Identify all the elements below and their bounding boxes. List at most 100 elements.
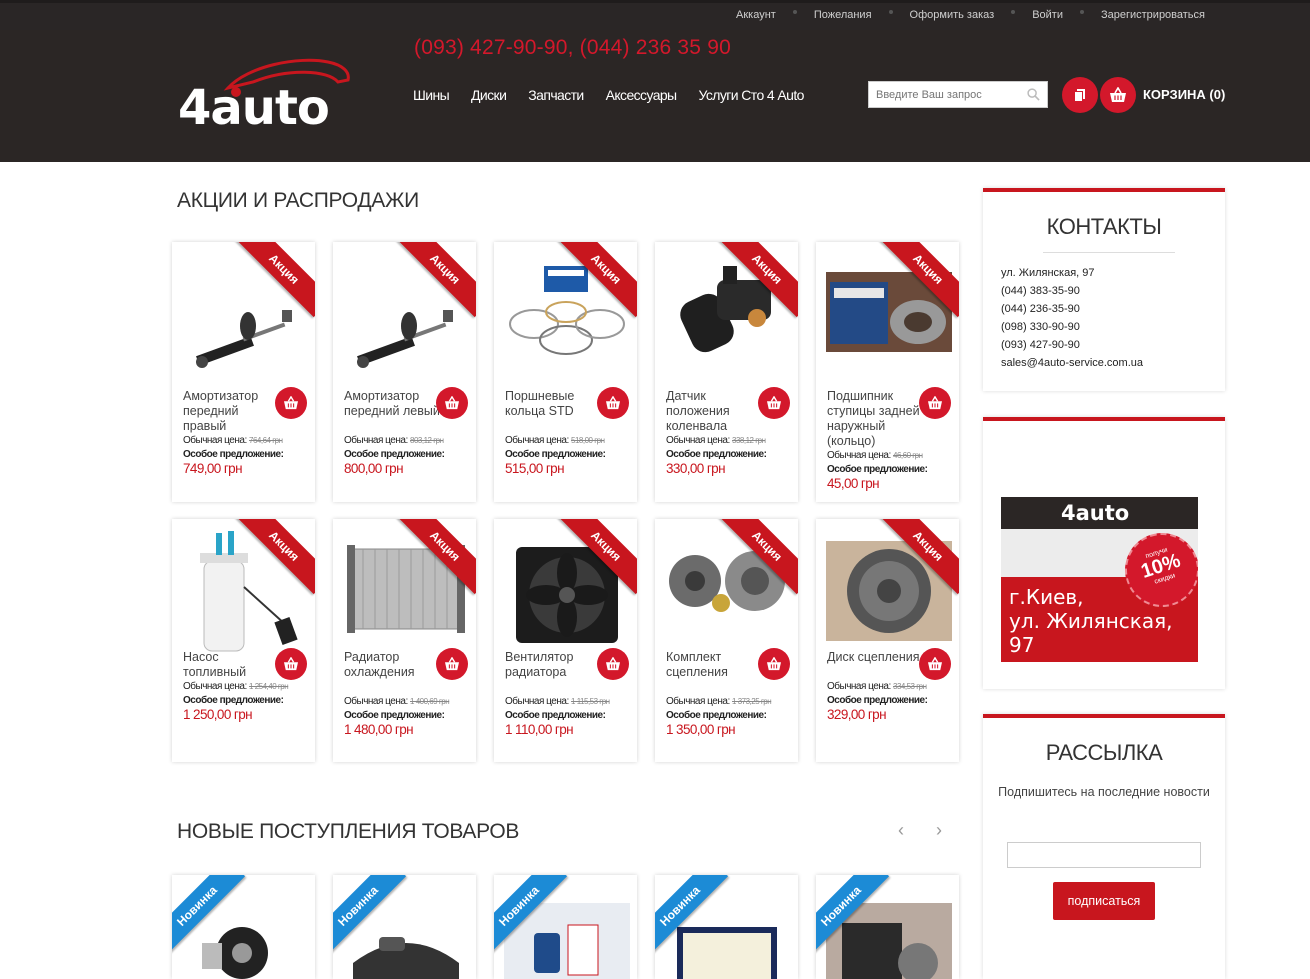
product-card[interactable]: Акция Поршневые кольца STD Обычная цена:… (494, 242, 637, 502)
subscribe-button[interactable]: подписаться (1053, 882, 1155, 920)
regular-price: Обычная цена: 518,00 грн (505, 435, 605, 446)
regular-price: Обычная цена: 803,12 грн (344, 435, 444, 446)
cart-label[interactable]: КОРЗИНА (0) (1143, 87, 1225, 102)
old-price: 1 115,53 грн (571, 697, 610, 706)
shock-absorber-image[interactable] (343, 302, 469, 382)
wishlist-link[interactable]: Пожелания (792, 9, 891, 21)
basket-icon (928, 657, 942, 671)
basket-icon (928, 396, 942, 410)
add-to-cart-button[interactable] (919, 387, 951, 419)
special-price-label: Особое предложение: (827, 464, 928, 475)
product-name[interactable]: Датчик положения коленвала (666, 389, 762, 434)
product-name[interactable]: Диск сцепления (827, 650, 923, 665)
product-name[interactable]: Поршневые кольца STD (505, 389, 601, 419)
checkout-link[interactable]: Оформить заказ (888, 9, 1014, 21)
add-to-cart-button[interactable] (275, 648, 307, 680)
add-to-cart-button[interactable] (436, 387, 468, 419)
basket-icon (284, 657, 298, 671)
cart-button[interactable] (1100, 77, 1136, 113)
contact-email[interactable]: sales@4auto-service.com.ua (1001, 354, 1143, 372)
special-price-label: Особое предложение: (505, 710, 606, 721)
top-bar: Аккаунт Пожелания Оформить заказ Войти З… (0, 0, 1310, 30)
product-name[interactable]: Радиатор охлаждения (344, 650, 440, 680)
contact-phone-2: (044) 236-35-90 (1001, 303, 1080, 315)
product-card[interactable]: Акция Комплект сцепления Обычная цена: 1… (655, 519, 798, 762)
new-product-card[interactable]: Новинка (494, 875, 637, 979)
special-price: 515,00 грн (505, 461, 565, 476)
add-to-cart-button[interactable] (919, 648, 951, 680)
old-price: 46,60 грн (893, 451, 923, 460)
top-links: Аккаунт Пожелания Оформить заказ Войти З… (717, 9, 1224, 21)
add-to-cart-button[interactable] (758, 387, 790, 419)
special-price-label: Особое предложение: (183, 695, 284, 706)
carousel-prev-button[interactable]: ‹ (898, 820, 904, 841)
promo-banner[interactable]: 4auto получи 10% скидки г.Киев, ул. Жиля… (1001, 497, 1198, 662)
product-name[interactable]: Вентилятор радиатора (505, 650, 601, 680)
add-to-cart-button[interactable] (275, 387, 307, 419)
contact-phone-1: (044) 383-35-90 (1001, 285, 1080, 297)
basket-icon (1110, 87, 1126, 102)
special-price-label: Особое предложение: (666, 710, 767, 721)
product-card[interactable]: Акция Диск сцепления Обычная цена: 334,5… (816, 519, 959, 762)
product-name[interactable]: Амортизатор передний левый (344, 389, 440, 419)
search-icon[interactable] (1027, 88, 1040, 101)
product-card[interactable]: Акция Амортизатор передний правый Обычна… (172, 242, 315, 502)
special-price: 1 350,00 грн (666, 722, 736, 737)
nav-wheels[interactable]: Диски (471, 87, 507, 103)
special-price: 45,00 грн (827, 476, 880, 491)
new-product-card[interactable]: Новинка (172, 875, 315, 979)
nav-accessories[interactable]: Аксессуары (606, 87, 677, 103)
product-card[interactable]: Акция Подшипник ступицы задней наружный … (816, 242, 959, 502)
old-price: 1 373,25 грн (732, 697, 772, 706)
new-product-card[interactable]: Новинка (816, 875, 959, 979)
add-to-cart-button[interactable] (597, 387, 629, 419)
old-price: 518,00 грн (571, 436, 605, 445)
product-name[interactable]: Насос топливный (183, 650, 279, 680)
basket-icon (445, 396, 459, 410)
product-name[interactable]: Комплект сцепления (666, 650, 762, 680)
carousel-next-button[interactable]: › (936, 820, 942, 841)
special-price: 800,00 грн (344, 461, 404, 476)
add-to-cart-button[interactable] (436, 648, 468, 680)
regular-price-label: Обычная цена: (344, 435, 408, 446)
regular-price-label: Обычная цена: (827, 681, 891, 692)
basket-icon (284, 396, 298, 410)
regular-price: Обычная цена: 46,60 грн (827, 450, 923, 461)
login-link[interactable]: Войти (1011, 9, 1082, 21)
product-card[interactable]: Акция Насос топливный Обычная цена: 1 25… (172, 519, 315, 762)
contact-address: ул. Жилянская, 97 (1001, 267, 1095, 279)
new-arrivals-title: НОВЫЕ ПОСТУПЛЕНИЯ ТОВАРОВ (177, 820, 520, 843)
register-link[interactable]: Зарегистрироваться (1079, 9, 1224, 21)
new-product-card[interactable]: Новинка (655, 875, 798, 979)
product-card[interactable]: Акция Радиатор охлаждения Обычная цена: … (333, 519, 476, 762)
product-name[interactable]: Амортизатор передний правый (183, 389, 279, 434)
regular-price: Обычная цена: 338,12 грн (666, 435, 766, 446)
old-price: 334,53 грн (893, 682, 927, 691)
main-nav: Шины Диски Запчасти Аксессуары Услуги Ст… (413, 87, 826, 103)
add-to-cart-button[interactable] (758, 648, 790, 680)
regular-price-label: Обычная цена: (666, 435, 730, 446)
contact-phone-4: (093) 427-90-90 (1001, 339, 1080, 351)
compare-button[interactable] (1062, 77, 1098, 113)
regular-price-label: Обычная цена: (666, 696, 730, 707)
special-price: 330,00 грн (666, 461, 726, 476)
site-logo[interactable]: 4auto (178, 56, 363, 136)
product-card[interactable]: Акция Амортизатор передний левый Обычная… (333, 242, 476, 502)
product-card[interactable]: Акция Датчик положения коленвала Обычная… (655, 242, 798, 502)
nav-tires[interactable]: Шины (413, 87, 450, 103)
product-card[interactable]: Акция Вентилятор радиатора Обычная цена:… (494, 519, 637, 762)
search-input[interactable] (869, 82, 1019, 107)
product-name[interactable]: Подшипник ступицы задней наружный (кольц… (827, 389, 923, 449)
add-to-cart-button[interactable] (597, 648, 629, 680)
nav-services[interactable]: Услуги Сто 4 Auto (699, 87, 805, 103)
newsletter-email-input[interactable] (1007, 842, 1201, 868)
shock-absorber-image[interactable] (182, 302, 308, 382)
banner-logo: 4auto (1061, 501, 1130, 525)
new-product-card[interactable]: Новинка (333, 875, 476, 979)
special-price-label: Особое предложение: (183, 449, 284, 460)
regular-price: Обычная цена: 1 400,69 грн (344, 696, 450, 707)
newsletter-box: РАССЫЛКА Подпишитесь на последние новост… (983, 714, 1225, 979)
contact-phone-3: (098) 330-90-90 (1001, 321, 1080, 333)
account-link[interactable]: Аккаунт (717, 9, 795, 21)
nav-parts[interactable]: Запчасти (528, 87, 584, 103)
